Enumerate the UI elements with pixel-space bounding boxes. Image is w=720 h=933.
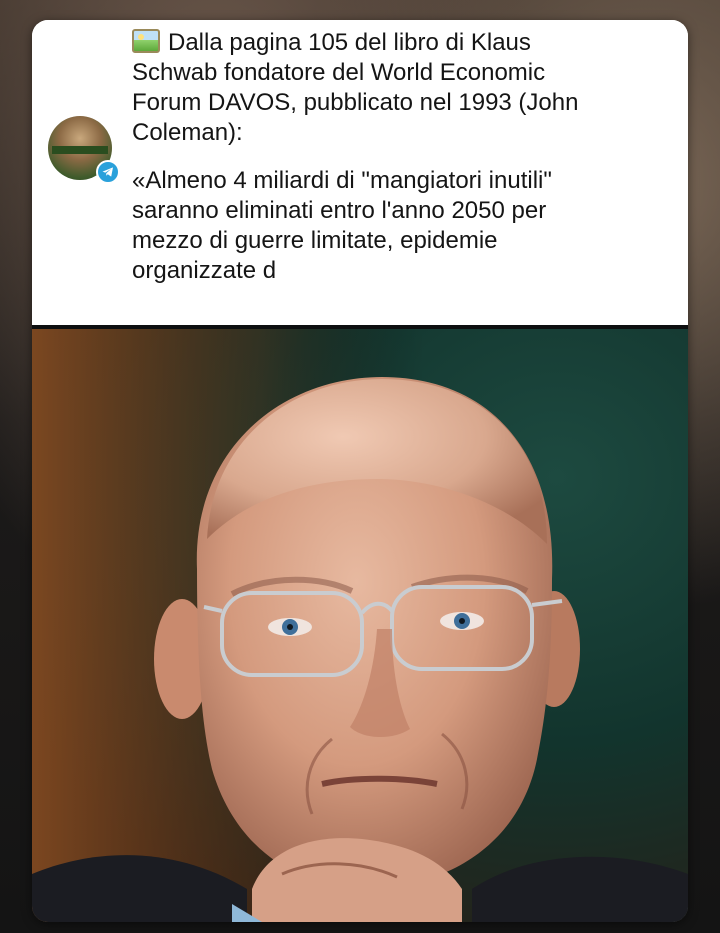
intro-line-2: Schwab fondatore del World Economic: [132, 59, 546, 86]
quote-paragraph: «Almeno 4 miliardi di "mangiatori inutil…: [132, 166, 672, 286]
avatar-banner: [52, 146, 108, 154]
post-header: Dalla pagina 105 del libro di Klaus Schw…: [32, 20, 688, 325]
intro-line-3: Forum DAVOS, pubblicato nel 1993 (John: [132, 89, 579, 116]
message-text: Dalla pagina 105 del libro di Klaus Schw…: [132, 28, 672, 286]
quote-line-3: mezzo di guerre limitate, epidemie: [132, 227, 498, 254]
intro-paragraph: Dalla pagina 105 del libro di Klaus Schw…: [132, 28, 672, 148]
quote-line-2: saranno eliminati entro l'anno 2050 per: [132, 197, 547, 224]
post-card: Dalla pagina 105 del libro di Klaus Schw…: [32, 20, 688, 922]
portrait-photo[interactable]: [32, 329, 688, 922]
intro-line-4: Coleman):: [132, 119, 243, 146]
quote-line-4: organizzate d: [132, 257, 277, 284]
intro-line-1: Dalla pagina 105 del libro di Klaus: [168, 29, 531, 56]
framed-picture-icon: [132, 29, 160, 53]
telegram-icon: [96, 160, 120, 184]
quote-line-1: «Almeno 4 miliardi di "mangiatori inutil…: [132, 167, 552, 194]
